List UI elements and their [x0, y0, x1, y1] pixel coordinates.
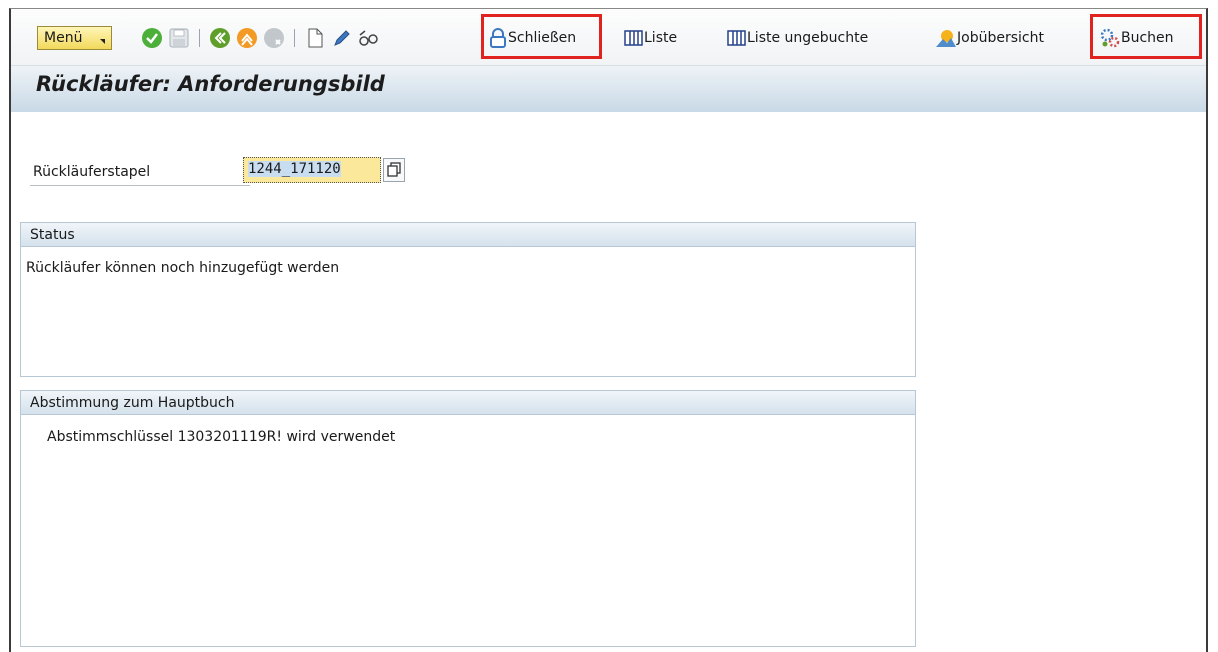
batch-input-value: 1244_171120 — [248, 161, 341, 177]
job-overview-button[interactable]: Jobübersicht — [935, 23, 1044, 53]
menu-label: Menü — [44, 30, 83, 46]
status-group-title: Status — [21, 223, 915, 247]
field-underline — [30, 185, 250, 186]
exit-icon[interactable] — [236, 27, 258, 49]
status-group-body: Rückläufer können noch hinzugefügt werde… — [21, 247, 915, 376]
highlight-box — [1090, 14, 1202, 59]
value-help-button[interactable] — [383, 158, 405, 182]
list-button[interactable]: Liste — [624, 23, 677, 53]
list-icon — [624, 30, 643, 46]
copy-icon — [387, 162, 401, 177]
list-unposted-button[interactable]: Liste ungebuchte — [727, 23, 868, 53]
toolbar-separator — [199, 29, 200, 47]
new-document-icon[interactable] — [305, 27, 325, 49]
job-overview-icon — [936, 30, 956, 47]
list-unposted-label: Liste ungebuchte — [747, 30, 869, 46]
ledger-reconciliation-group: Abstimmung zum Hauptbuch Abstimmschlüsse… — [20, 390, 916, 647]
ledger-group-title: Abstimmung zum Hauptbuch — [21, 391, 915, 415]
menu-button[interactable]: Menü — [37, 26, 112, 50]
back-icon[interactable] — [209, 27, 231, 49]
ledger-text: Abstimmschlüssel 1303201119R! wird verwe… — [47, 429, 396, 445]
check-icon[interactable] — [141, 27, 163, 49]
status-text: Rückläufer können noch hinzugefügt werde… — [26, 260, 340, 276]
batch-field-label: Rückläuferstapel — [33, 164, 151, 180]
page-title: Rückläufer: Anforderungsbild — [36, 72, 385, 96]
status-group: Status Rückläufer können noch hinzugefüg… — [20, 222, 916, 377]
job-overview-label: Jobübersicht — [957, 30, 1044, 46]
menu-caret-icon — [100, 39, 105, 44]
list-label: Liste — [644, 30, 678, 46]
sap-window: Menü Schließen Liste Liste ungebuchte Jo… — [9, 8, 1208, 652]
application-toolbar: Menü Schließen Liste Liste ungebuchte Jo… — [11, 9, 1206, 65]
display-icon[interactable] — [357, 27, 379, 49]
list-icon — [727, 30, 746, 46]
highlight-box — [481, 14, 602, 59]
save-icon[interactable] — [168, 27, 190, 49]
edit-icon[interactable] — [331, 27, 353, 49]
cancel-icon[interactable] — [263, 27, 285, 49]
ledger-group-body: Abstimmschlüssel 1303201119R! wird verwe… — [21, 415, 915, 646]
toolbar-separator — [294, 29, 295, 47]
title-bar: Rückläufer: Anforderungsbild — [11, 65, 1206, 112]
batch-input[interactable]: 1244_171120 — [243, 157, 381, 183]
